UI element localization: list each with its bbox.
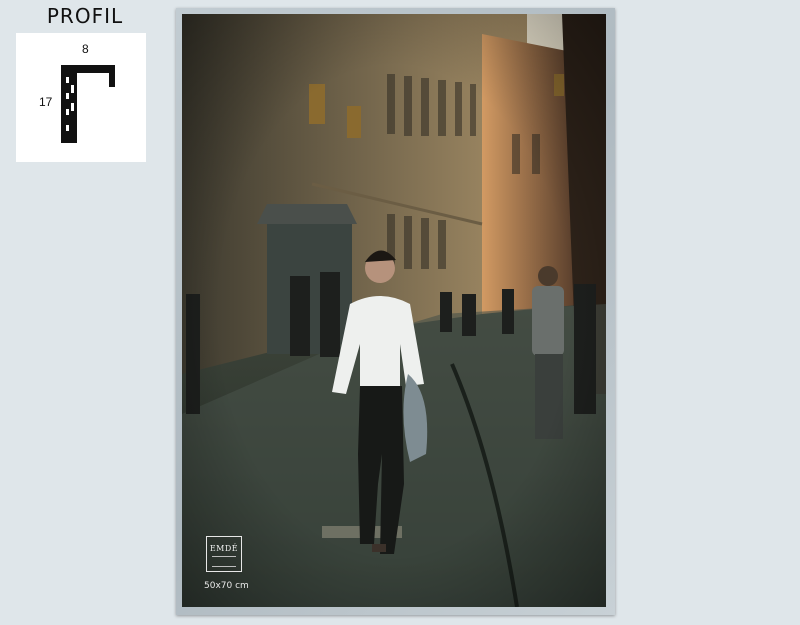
brand-tagline-lines: [212, 556, 236, 567]
brand-logo: EMDÉ: [206, 536, 242, 572]
poster-frame: EMDÉ 50x70 cm: [176, 8, 615, 615]
street-scene-image: [182, 14, 606, 607]
profile-title: PROFIL: [46, 4, 124, 28]
frame-profile-icon: [61, 65, 115, 143]
profile-height-label: 17: [39, 95, 53, 109]
profile-diagram: 8 17: [16, 33, 146, 162]
brand-name: EMDÉ: [209, 544, 239, 553]
profile-width-label: 8: [82, 42, 89, 56]
poster-photo: EMDÉ 50x70 cm: [182, 14, 606, 607]
poster-size-label: 50x70 cm: [204, 581, 249, 591]
